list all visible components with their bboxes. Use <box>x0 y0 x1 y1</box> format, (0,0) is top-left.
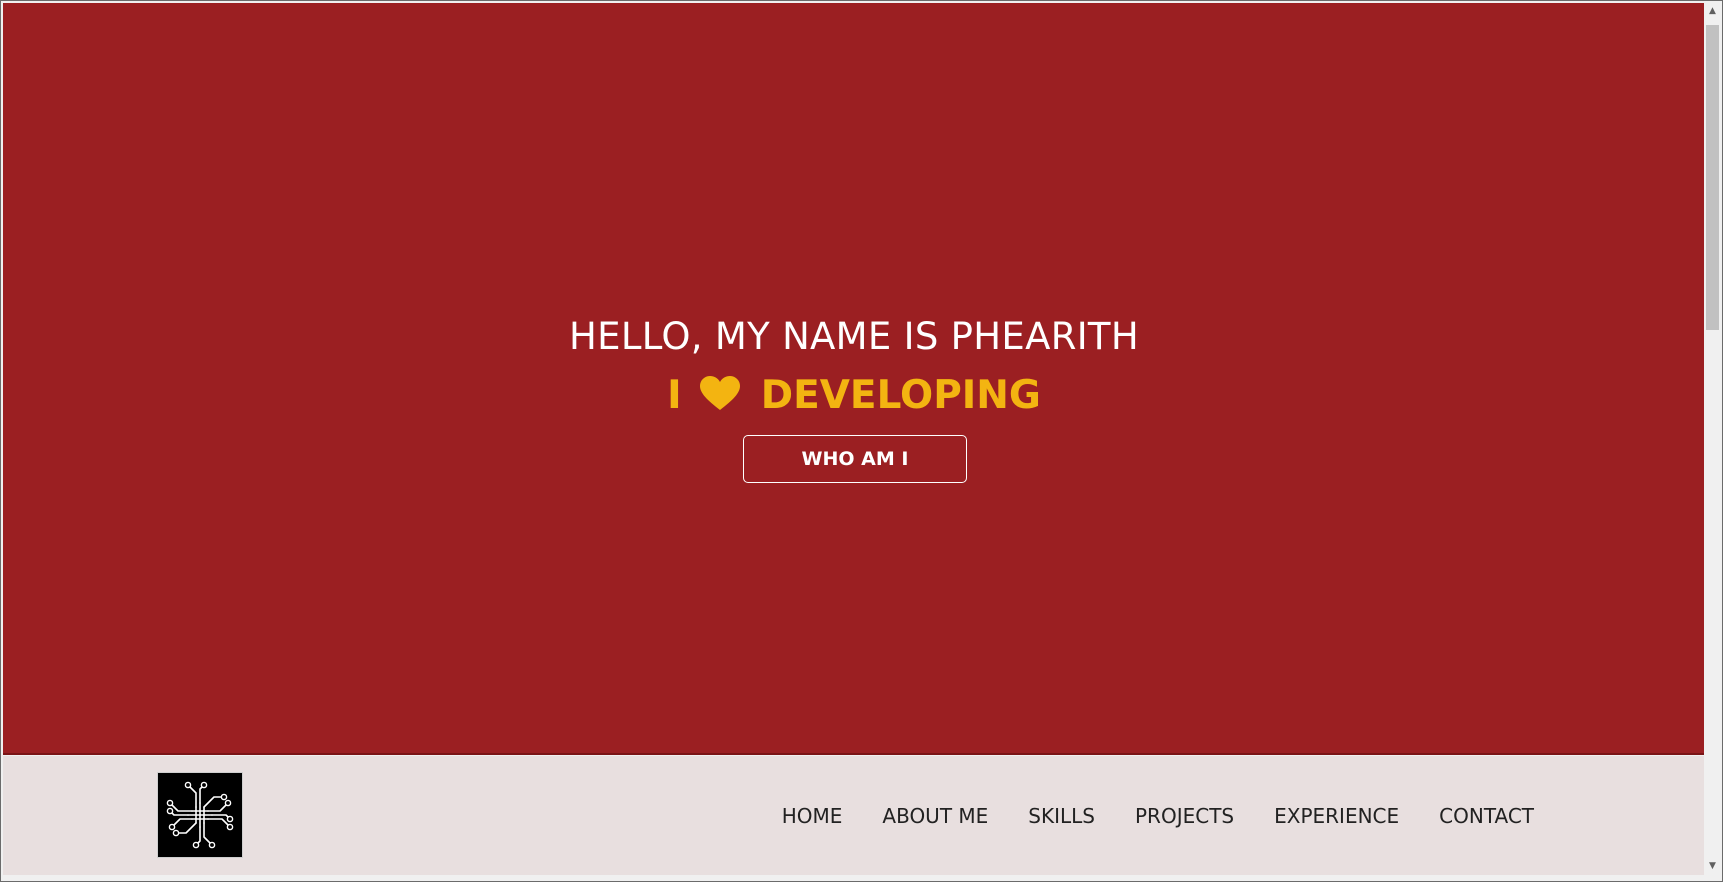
scroll-down-arrow-icon[interactable]: ▼ <box>1704 858 1721 875</box>
heart-icon <box>699 376 741 422</box>
hero-section: HELLO, MY NAME IS PHEARITH I DEVELOPING … <box>3 3 1705 755</box>
nav-item-projects[interactable]: PROJECTS <box>1135 804 1234 828</box>
circuit-logo-icon <box>166 781 234 849</box>
nav-menu: HOME ABOUT ME SKILLS PROJECTS EXPERIENCE… <box>742 804 1534 828</box>
nav-item-experience[interactable]: EXPERIENCE <box>1274 804 1399 828</box>
hero-tagline: I DEVELOPING <box>3 373 1705 422</box>
who-am-i-button[interactable]: WHO AM I <box>743 435 967 483</box>
hero-greeting: HELLO, MY NAME IS PHEARITH <box>569 315 1139 358</box>
navbar: HOME ABOUT ME SKILLS PROJECTS EXPERIENCE… <box>3 756 1705 875</box>
vertical-scrollbar[interactable]: ▲ ▼ <box>1704 3 1721 875</box>
nav-item-home[interactable]: HOME <box>782 804 843 828</box>
scroll-thumb[interactable] <box>1706 25 1719 330</box>
browser-window: HELLO, MY NAME IS PHEARITH I DEVELOPING … <box>0 0 1723 882</box>
nav-item-contact[interactable]: CONTACT <box>1439 804 1534 828</box>
page-viewport: HELLO, MY NAME IS PHEARITH I DEVELOPING … <box>3 3 1705 875</box>
tagline-suffix: DEVELOPING <box>760 373 1041 418</box>
tagline-prefix: I <box>667 373 682 418</box>
circuit-logo[interactable] <box>157 772 243 858</box>
nav-item-about-me[interactable]: ABOUT ME <box>882 804 988 828</box>
nav-item-skills[interactable]: SKILLS <box>1028 804 1095 828</box>
scroll-up-arrow-icon[interactable]: ▲ <box>1704 3 1721 20</box>
